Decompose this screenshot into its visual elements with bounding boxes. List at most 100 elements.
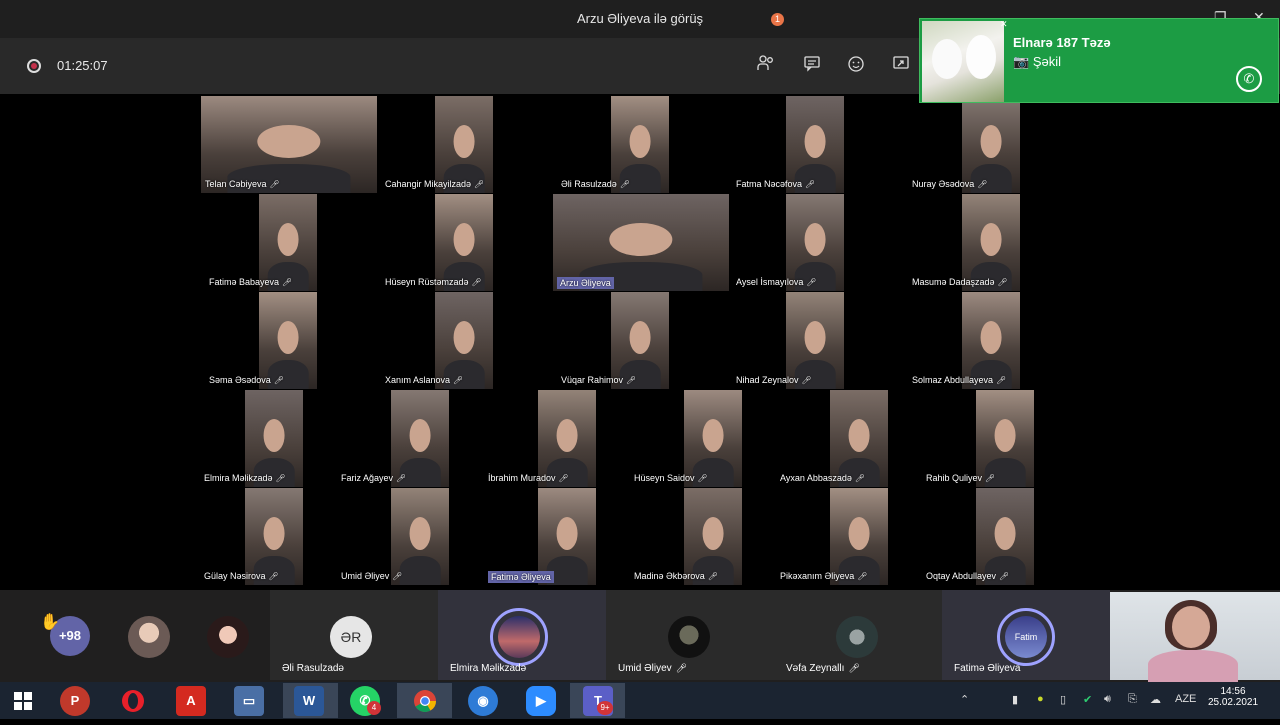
participant-face: [453, 321, 475, 355]
taskbar-clock[interactable]: 14:56 25.02.2021: [1203, 686, 1263, 708]
participant-name-label: Fariz Ağayev 🎤︎: [341, 473, 406, 483]
participant-name: Cahangir Mikayilzadə: [385, 179, 472, 189]
mic-icon: 🎤︎: [396, 474, 407, 483]
volume-icon[interactable]: 🔊︎: [1104, 693, 1111, 706]
chat-icon[interactable]: [801, 54, 823, 76]
participant-name: Fatimə Babayeva: [209, 277, 280, 287]
participant-body: [399, 555, 441, 585]
share-icon[interactable]: [890, 54, 912, 76]
participant-tile[interactable]: Elmira Məlikzadə: [438, 590, 606, 680]
participant-name-label: Nihad Zeynalov 🎤︎: [736, 375, 812, 385]
participant-face: [556, 419, 578, 453]
participant-tile[interactable]: Umid Əliyev 🎤︎: [606, 590, 774, 680]
participant-tile[interactable]: Fatim Fatimə Əliyeva: [942, 590, 1110, 680]
participant-face: [556, 517, 578, 551]
mic-icon: 🎤︎: [854, 474, 866, 483]
mic-icon: 🎤︎: [999, 572, 1010, 581]
browser-icon[interactable]: ◉: [468, 686, 498, 716]
participant-name-label: Oqtay Abdullayev 🎤︎: [926, 571, 1009, 581]
participant-face: [702, 419, 724, 453]
participant-name-label: Arzu Əliyeva: [557, 277, 614, 289]
language-indicator[interactable]: AZE: [1175, 693, 1196, 705]
mic-icon: 🎤︎: [805, 180, 816, 189]
participant-tile[interactable]: Vəfa Zeynallı 🎤︎: [774, 590, 942, 680]
video-grid: Telan Cəbiyeva 🎤︎ Cahangir Mikayilzadə 🎤︎ Əl…: [4, 95, 1276, 590]
recording-icon: [27, 59, 41, 73]
zoom-icon[interactable]: ▶: [526, 686, 556, 716]
tray-app-icon[interactable]: ●: [1037, 693, 1044, 705]
participant-name: Əli Rasulzadə: [561, 179, 617, 189]
participant-name: Arzu Əliyeva: [560, 278, 611, 288]
participant-face: [453, 223, 475, 257]
participant-name: Madinə Əkbərova: [634, 571, 705, 581]
self-view-video: [1110, 592, 1280, 682]
psiphon-icon[interactable]: P: [60, 686, 90, 716]
participant-name: Hüseyn Rüstəmzadə: [385, 277, 469, 287]
participant-name-label: Aysel İsmayılova 🎤︎: [736, 277, 817, 287]
notification-close-icon[interactable]: ✕: [1000, 19, 1008, 30]
cloud-icon[interactable]: ☁: [1150, 693, 1161, 706]
participant-face: [409, 517, 431, 551]
participant-name: Nuray Əsədova: [912, 179, 975, 189]
participant-name-label: Vüqar Rahimov 🎤︎: [561, 375, 636, 385]
network-icon[interactable]: ▭: [234, 686, 264, 716]
participant-name-label: Pikəxanım Əliyeva 🎤︎: [780, 571, 867, 581]
participant-face: [702, 517, 724, 551]
mic-icon: 🎤︎: [997, 278, 1008, 287]
participant-face: [609, 223, 673, 257]
participants-icon[interactable]: [755, 54, 777, 76]
participant-face: [804, 125, 826, 159]
participant-name-label: Telan Cəbiyeva 🎤︎: [205, 179, 280, 189]
mic-icon: 🎤︎: [996, 376, 1007, 385]
participant-name: Elmira Məlikzadə: [450, 663, 527, 674]
participant-name-label: Hüseyn Rüstəmzadə 🎤︎: [385, 277, 482, 287]
mic-icon: 🎤︎: [619, 180, 630, 189]
notification-message: 📷 Şəkil: [1013, 54, 1061, 69]
participant-face: [848, 517, 870, 551]
participant-name-label: Xanım Aslanova 🎤︎: [385, 375, 463, 385]
mic-icon: 🎤︎: [857, 572, 868, 581]
participant-name: Telan Cəbiyeva: [205, 179, 267, 189]
participant-name: Əli Rasulzadə: [282, 663, 344, 674]
participant-face: [277, 321, 299, 355]
participant-name: Umid Əliyev: [341, 571, 390, 581]
participant-name-label: Masumə Dadaşzadə 🎤︎: [912, 277, 1008, 287]
participant-name: Masumə Dadaşzadə: [912, 277, 995, 287]
mic-icon: 🎤︎: [282, 278, 293, 287]
network-tray-icon[interactable]: ⎘: [1128, 693, 1137, 706]
battery-icon[interactable]: ▯: [1060, 693, 1066, 706]
participant-name-label: Cahangir Mikayilzadə 🎤︎: [385, 179, 484, 189]
tray-chevron-icon[interactable]: ⌃: [960, 693, 969, 706]
participant-name: Ayxan Abbaszadə: [780, 473, 852, 483]
avatar: [128, 616, 170, 658]
wifi-icon[interactable]: ▮: [1012, 693, 1018, 706]
mic-icon: 🎤︎: [453, 376, 464, 385]
mic-icon: 🎤︎: [558, 474, 569, 483]
participant-face: [629, 125, 651, 159]
word-icon[interactable]: W: [294, 686, 324, 716]
participant-name: Xanım Aslanova: [385, 375, 451, 385]
security-icon[interactable]: ✔: [1083, 693, 1092, 706]
whatsapp-icon: ✆: [1236, 66, 1262, 92]
windows-start-icon[interactable]: [8, 686, 38, 716]
participant-name-label: Solmaz Abdullayeva 🎤︎: [912, 375, 1006, 385]
opera-icon[interactable]: [118, 686, 148, 716]
mic-icon: 🎤︎: [269, 180, 280, 189]
mic-icon: 🎤︎: [273, 376, 284, 385]
reactions-icon[interactable]: [845, 54, 867, 76]
mic-icon: 🎤︎: [806, 278, 817, 287]
participant-name-label: Gülay Nəsirova 🎤︎: [204, 571, 279, 581]
self-view-body: [1148, 650, 1238, 682]
chrome-icon[interactable]: [410, 686, 440, 716]
participant-name: Hüseyn Saidov: [634, 473, 695, 483]
participant-name: İbrahim Muradov: [488, 473, 556, 483]
whatsapp-badge: 4: [367, 701, 381, 715]
participant-name: Səma Əsədova: [209, 375, 271, 385]
participant-face: [980, 125, 1002, 159]
participant-face: [629, 321, 651, 355]
whatsapp-notification[interactable]: ✕ Elnarə 187 Təzə 📷 Şəkil ✆: [919, 18, 1279, 103]
participant-name: Solmaz Abdullayeva: [912, 375, 994, 385]
acrobat-icon[interactable]: A: [176, 686, 206, 716]
teams-badge: 9+: [597, 701, 613, 715]
participant-tile[interactable]: ƏR Əli Rasulzadə: [270, 590, 438, 680]
